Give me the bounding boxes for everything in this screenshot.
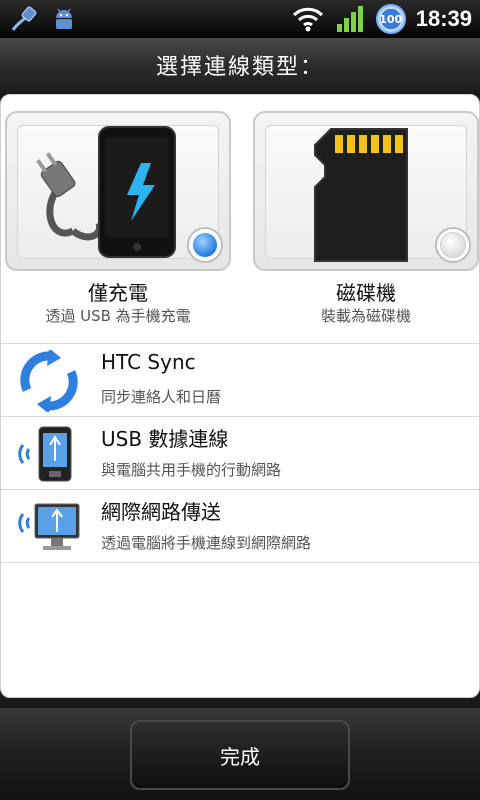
signal-icon (334, 3, 366, 35)
battery-icon: 100 (375, 4, 406, 34)
list-item-usb-tethering[interactable]: USB 數據連線 與電腦共用手機的行動網路 (1, 416, 479, 489)
status-bar: 100 18:39 (0, 0, 480, 38)
list-item-subtitle: 同步連絡人和日曆 (101, 388, 222, 406)
charge-only-description: 透過 USB 為手機充電 (45, 307, 191, 325)
android-debug-icon (48, 3, 80, 35)
connection-type-panel: 僅充電 透過 USB 為手機充電 磁碟機 裝載為磁碟機 HTC Sync 同步連… (0, 94, 480, 698)
internet-pass-through-icon (18, 503, 80, 550)
usb-tethering-icon (18, 426, 72, 482)
radio-dot (440, 232, 466, 258)
disk-drive-description: 裝載為磁碟機 (320, 307, 411, 325)
list-item-htc-sync[interactable]: HTC Sync 同步連絡人和日曆 (1, 343, 479, 416)
phone-charging-icon (36, 126, 176, 258)
list-item-subtitle: 透過電腦將手機連線到網際網路 (101, 534, 312, 552)
dialog-title-bar: 選擇連線類型： (0, 38, 480, 92)
disk-drive-radio[interactable] (435, 227, 471, 263)
connection-list: HTC Sync 同步連絡人和日曆 USB 數據連線 與電腦共用手機的行動網路 (1, 343, 479, 563)
bottom-bar: 完成 (0, 708, 480, 800)
clock: 18:39 (415, 6, 472, 31)
wifi-icon (292, 3, 324, 35)
done-button[interactable]: 完成 (130, 720, 350, 790)
radio-dot (193, 233, 217, 257)
sync-icon (20, 350, 78, 412)
list-item-title: HTC Sync (101, 350, 196, 374)
list-item-internet-pass-through[interactable]: 網際網路傳送 透過電腦將手機連線到網際網路 (1, 489, 479, 563)
list-item-subtitle: 與電腦共用手機的行動網路 (101, 461, 282, 479)
list-item-title: USB 數據連線 (101, 427, 229, 451)
usb-cable-icon (8, 3, 40, 35)
list-item-title: 網際網路傳送 (101, 500, 221, 524)
charge-only-radio[interactable] (187, 227, 223, 263)
charge-only-option[interactable] (5, 111, 231, 271)
battery-level: 100 (379, 12, 403, 26)
disk-drive-label: 磁碟機 (336, 281, 396, 305)
sd-card-icon (314, 128, 408, 262)
dialog-title: 選擇連線類型： (155, 55, 324, 80)
disk-drive-option[interactable] (253, 111, 479, 271)
charge-only-label: 僅充電 (88, 281, 148, 305)
